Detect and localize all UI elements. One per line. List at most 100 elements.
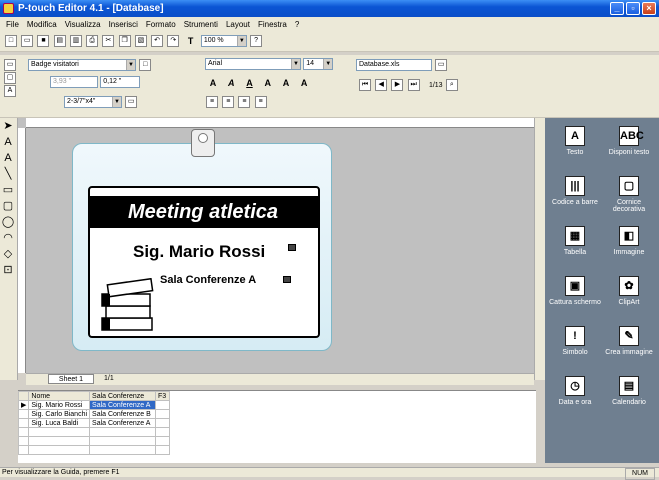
line-icon[interactable]: ╲ <box>0 166 16 182</box>
align-left-icon[interactable]: ≡ <box>206 96 218 108</box>
underline-button[interactable]: A <box>242 76 256 90</box>
undo-icon[interactable]: ↶ <box>151 35 164 47</box>
paper-icon[interactable]: ▭ <box>125 96 138 108</box>
palette-screen-capture[interactable]: ▣ Cattura schermo <box>549 276 601 306</box>
cut-icon[interactable]: ✂ <box>102 35 115 47</box>
text-mode-icon[interactable]: A <box>4 85 16 97</box>
canvas-vertical-scrollbar[interactable] <box>534 118 545 380</box>
rectangle-icon[interactable]: ▭ <box>0 182 16 198</box>
menu-visualizza[interactable]: Visualizza <box>61 20 105 29</box>
database-open-icon[interactable]: ▭ <box>435 59 448 71</box>
font-size-select[interactable]: 14 ▼ <box>303 58 334 70</box>
database-file-field[interactable]: Database.xls <box>356 59 432 71</box>
pointer-icon[interactable]: ➤ <box>0 118 16 134</box>
first-record-icon[interactable]: ⏮ <box>359 79 371 91</box>
paper-size-select[interactable]: 2-3/7"x4" ▼ <box>64 96 122 108</box>
polygon-icon[interactable]: ◇ <box>0 246 16 262</box>
shrink-font-button[interactable]: A <box>297 76 311 90</box>
text-icon[interactable]: T <box>184 34 198 48</box>
justify-icon[interactable]: ≡ <box>254 96 267 108</box>
maximize-button[interactable]: ▫ <box>626 2 640 15</box>
sheet-tab[interactable]: Sheet 1 <box>48 374 94 384</box>
palette-create-image[interactable]: ✎ Crea immagine <box>603 326 655 356</box>
layout-select[interactable]: Badge visitatori ▼ <box>28 59 136 71</box>
text-tool-icon[interactable]: A <box>0 134 16 150</box>
frame-tool-icon[interactable]: ⊡ <box>0 262 16 278</box>
grid-column-header[interactable]: Sala Conferenze <box>89 391 157 401</box>
database-grid[interactable]: Nome Sala Conferenze F3 ▶ Sig. Mario Rossi S… <box>17 390 536 463</box>
grow-font-button[interactable]: A <box>279 76 293 90</box>
table-cell[interactable] <box>155 409 171 419</box>
align-right-icon[interactable]: ≡ <box>238 96 251 108</box>
ellipse-icon[interactable]: ◯ <box>0 214 16 230</box>
menu-formato[interactable]: Formato <box>142 20 180 29</box>
search-icon[interactable]: ⌕ <box>445 79 458 91</box>
vertical-text-icon[interactable]: A <box>0 150 16 166</box>
table-row[interactable]: ▶ Sig. Mario Rossi Sala Conferenze A <box>17 400 171 410</box>
palette-barcode[interactable]: ||| Codice a barre <box>549 176 601 206</box>
menu-finestra[interactable]: Finestra <box>254 20 291 29</box>
palette-calendar[interactable]: ▤ Calendario <box>603 376 655 406</box>
next-record-icon[interactable]: ▶ <box>391 79 404 91</box>
table-cell[interactable]: Sig. Carlo Bianchi <box>28 409 91 419</box>
canvas-horizontal-scrollbar[interactable] <box>26 373 534 385</box>
layout-properties-icon[interactable]: □ <box>139 59 152 71</box>
margin-input[interactable]: 0,12 " <box>100 76 141 88</box>
close-button[interactable]: × <box>642 2 656 15</box>
align-center-icon[interactable]: ≡ <box>222 96 235 108</box>
redo-icon[interactable]: ↷ <box>167 35 180 47</box>
palette-symbol[interactable]: ! Simbolo <box>549 326 601 356</box>
print-icon[interactable]: ⎙ <box>86 35 99 47</box>
table-cell[interactable]: Sala Conferenze B <box>89 409 157 419</box>
menu-strumenti[interactable]: Strumenti <box>180 20 222 29</box>
table-cell[interactable]: Sig. Luca Baldi <box>28 418 91 428</box>
outline-button[interactable]: A <box>261 76 275 90</box>
print-preview-icon[interactable]: ▥ <box>69 35 82 47</box>
palette-date-time[interactable]: ◷ Data e ora <box>549 376 601 406</box>
table-cell[interactable] <box>155 418 171 428</box>
help-icon[interactable]: ? <box>250 35 263 47</box>
database-table[interactable]: Nome Sala Conferenze F3 ▶ Sig. Mario Rossi S… <box>17 391 171 455</box>
italic-button[interactable]: A <box>224 76 238 90</box>
font-select[interactable]: Arial ▼ <box>205 58 301 70</box>
minimize-button[interactable]: _ <box>610 2 624 15</box>
table-cell[interactable]: Sig. Mario Rossi <box>28 400 91 410</box>
database-icon[interactable]: ▤ <box>53 35 66 47</box>
rounded-rect-icon[interactable]: ▢ <box>0 198 16 214</box>
palette-frame[interactable]: ▢ Cornice decorativa <box>603 176 655 213</box>
table-cell[interactable]: Sala Conferenze A <box>89 400 157 410</box>
menu-layout[interactable]: Layout <box>222 20 254 29</box>
bold-button[interactable]: A <box>206 76 220 90</box>
badge-room[interactable]: Sala Conferenze A <box>160 274 256 286</box>
badge-title[interactable]: Meeting atletica autunno <box>88 196 318 255</box>
copy-icon[interactable]: ❐ <box>118 35 131 47</box>
paste-icon[interactable]: ▧ <box>134 35 147 47</box>
menu-file[interactable]: File <box>2 20 23 29</box>
table-cell[interactable] <box>155 400 171 410</box>
layout-icon[interactable]: ▭ <box>4 59 16 71</box>
menu-inserisci[interactable]: Inserisci <box>105 20 142 29</box>
badge-name[interactable]: Sig. Mario Rossi <box>133 242 265 262</box>
grid-column-header[interactable]: F3 <box>155 391 171 401</box>
prev-record-icon[interactable]: ◀ <box>375 79 388 91</box>
new-file-icon[interactable]: □ <box>5 35 17 47</box>
palette-arrange-text[interactable]: ABC Disponi testo <box>603 126 655 156</box>
zoom-select[interactable]: 100 % ▼ <box>200 35 247 47</box>
last-record-icon[interactable]: ⏭ <box>407 79 420 91</box>
object-icon[interactable]: ▢ <box>4 72 16 84</box>
palette-table[interactable]: ▦ Tabella <box>549 226 601 256</box>
grid-column-header[interactable]: Nome <box>28 391 91 401</box>
menu-modifica[interactable]: Modifica <box>23 20 61 29</box>
menu--[interactable]: ? <box>291 20 303 29</box>
palette-text-tool[interactable]: A Testo <box>549 126 601 156</box>
open-file-icon[interactable]: ▭ <box>21 35 34 47</box>
save-icon[interactable]: ■ <box>37 35 50 47</box>
width-input[interactable]: 3,93 " <box>50 76 98 88</box>
books-clipart[interactable] <box>98 278 156 334</box>
table-row[interactable]: Sig. Luca Baldi Sala Conferenze A <box>17 418 171 428</box>
palette-clipart[interactable]: ✿ ClipArt <box>603 276 655 306</box>
palette-image[interactable]: ◧ Immagine <box>603 226 655 256</box>
table-cell[interactable]: Sala Conferenze A <box>89 418 157 428</box>
table-row[interactable]: Sig. Carlo Bianchi Sala Conferenze B <box>17 409 171 419</box>
arc-icon[interactable]: ◠ <box>0 230 16 246</box>
